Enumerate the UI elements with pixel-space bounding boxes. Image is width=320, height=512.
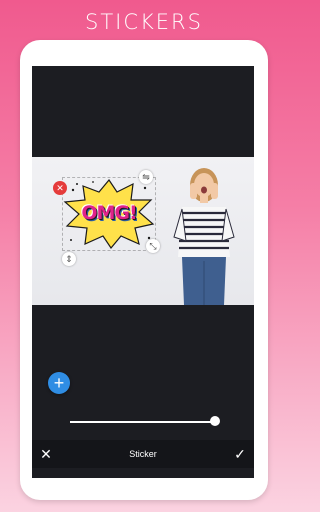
promo-title: STICKERS bbox=[85, 10, 203, 34]
phone-frame: OMG! ✕ ⇋ ⤡ ⇕ + ✕ Sticker ✓ bbox=[20, 40, 268, 500]
resize-icon[interactable]: ⤡ bbox=[146, 239, 160, 253]
omg-sticker[interactable]: OMG! bbox=[62, 177, 156, 251]
close-icon[interactable]: ✕ bbox=[32, 446, 60, 463]
woman-photo bbox=[173, 168, 235, 305]
add-sticker-button[interactable]: + bbox=[48, 372, 70, 394]
flip-icon[interactable]: ⇋ bbox=[139, 170, 153, 184]
plus-icon: + bbox=[53, 373, 65, 393]
delete-sticker-icon[interactable]: ✕ bbox=[53, 181, 67, 195]
photo-canvas[interactable]: OMG! ✕ ⇋ ⤡ ⇕ bbox=[32, 157, 254, 305]
toolbar-title: Sticker bbox=[129, 449, 157, 459]
stretch-icon[interactable]: ⇕ bbox=[62, 252, 76, 266]
sticker-text: OMG! bbox=[81, 202, 137, 224]
opacity-slider[interactable] bbox=[70, 421, 218, 423]
editor-screen: OMG! ✕ ⇋ ⤡ ⇕ + ✕ Sticker ✓ bbox=[32, 66, 254, 478]
check-icon[interactable]: ✓ bbox=[226, 446, 254, 463]
bottom-toolbar: ✕ Sticker ✓ bbox=[32, 440, 254, 468]
opacity-slider-thumb[interactable] bbox=[210, 416, 221, 426]
